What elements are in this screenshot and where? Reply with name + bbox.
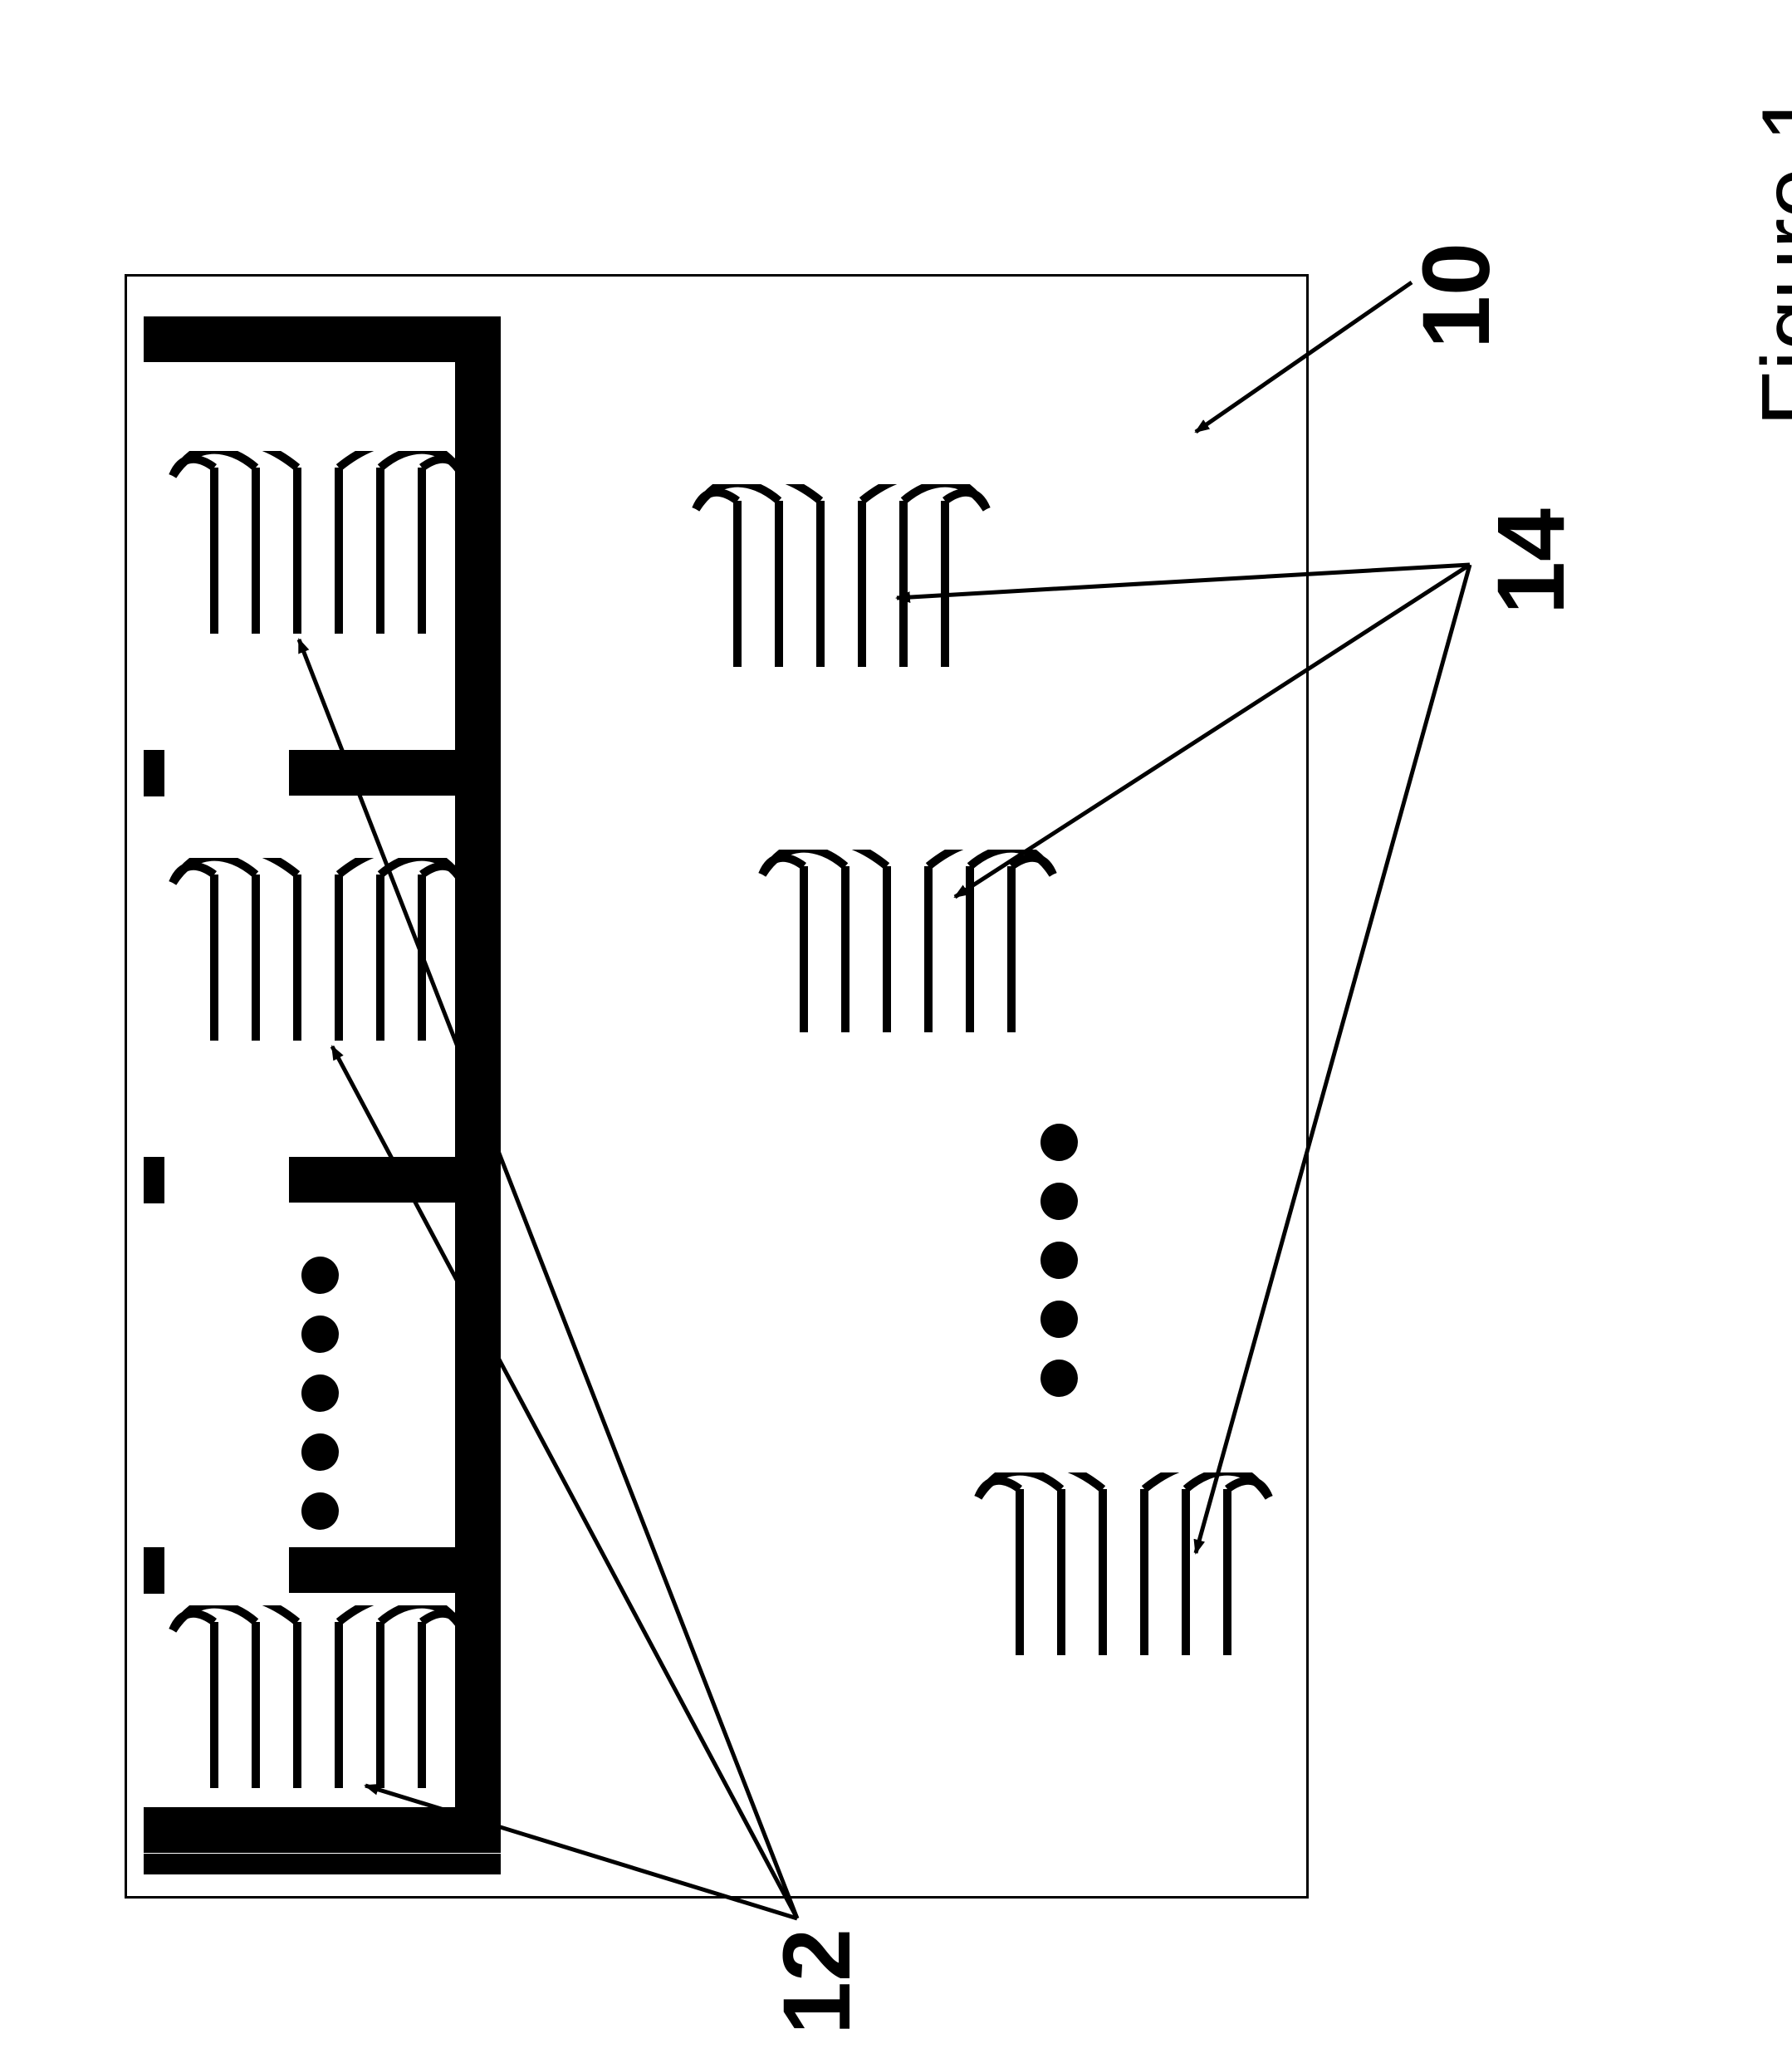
- coil-icon: [758, 850, 1057, 1049]
- divider-stub: [144, 1157, 164, 1203]
- page: Figure 1 10 14 12: [0, 0, 1792, 2053]
- coil-svg: [169, 451, 468, 650]
- divider: [289, 1547, 501, 1593]
- label-12: 12: [762, 1928, 872, 2035]
- coil-icon: [169, 1605, 468, 1805]
- coil-icon: [692, 484, 991, 684]
- divider-stub: [144, 750, 164, 796]
- label-10: 10: [1402, 243, 1511, 349]
- coil-icon: [974, 1472, 1273, 1672]
- chamber-bottom-bar: [144, 1854, 501, 1874]
- figure-title: Figure 1: [1742, 91, 1792, 427]
- system-box: [125, 274, 1309, 1899]
- coil-icon: [169, 451, 468, 650]
- divider: [289, 750, 501, 796]
- divider: [289, 1157, 501, 1203]
- coil-icon: [169, 858, 468, 1057]
- ellipsis-icon: [1040, 1124, 1078, 1397]
- label-14: 14: [1476, 508, 1586, 615]
- ellipsis-icon: [301, 1257, 339, 1530]
- divider-stub: [144, 1547, 164, 1594]
